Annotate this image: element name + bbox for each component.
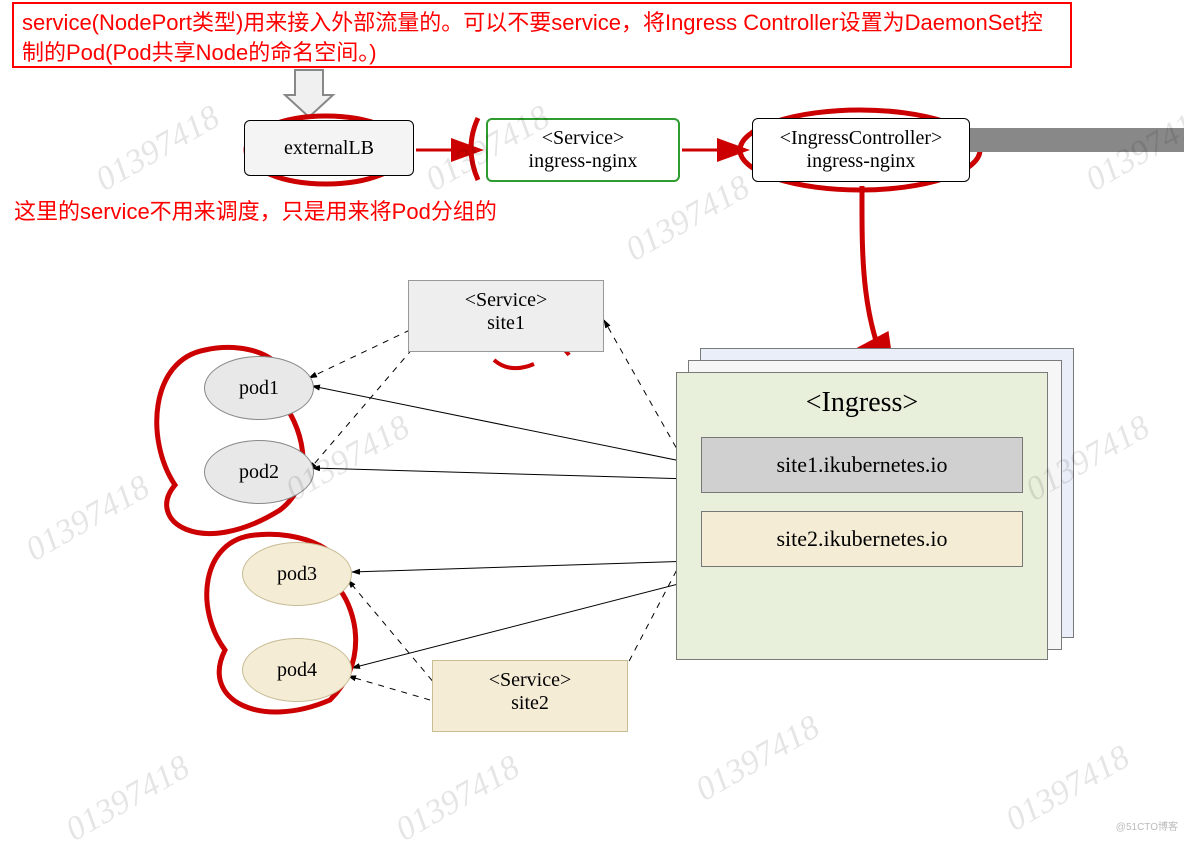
service-site2: <Service> site2 (432, 660, 628, 732)
pod3: pod3 (242, 542, 352, 606)
pod1: pod1 (204, 356, 314, 420)
service-nginx-line1: <Service> (542, 127, 625, 150)
ingress-title: <Ingress> (677, 387, 1047, 419)
footer-watermark: @51CTO博客 (1116, 818, 1178, 833)
ingress-panel: <Ingress> site1.ikubernetes.io site2.iku… (676, 372, 1048, 660)
watermark: 01397418 (90, 99, 227, 200)
watermark: 01397418 (620, 169, 757, 270)
service-site2-line1: <Service> (433, 669, 627, 692)
external-lb-label: externalLB (284, 137, 374, 160)
ingress-ctrl-line1: <IngressController> (780, 127, 943, 150)
ingress-ctrl-line2: ingress-nginx (807, 150, 916, 173)
group-note: 这里的service不用来调度，只是用来将Pod分组的 (14, 194, 497, 226)
external-lb-node: externalLB (244, 120, 414, 176)
service-nginx-line2: ingress-nginx (529, 150, 638, 173)
ingress-site1: site1.ikubernetes.io (701, 437, 1023, 493)
right-bar (970, 128, 1184, 152)
top-note-text: service(NodePort类型)用来接入外部流量的。可以不要service… (22, 10, 1043, 65)
watermark: 01397418 (390, 749, 527, 849)
pod2: pod2 (204, 440, 314, 504)
service-nginx-node: <Service> ingress-nginx (486, 118, 680, 182)
top-note-box: service(NodePort类型)用来接入外部流量的。可以不要service… (12, 2, 1072, 68)
watermark: 01397418 (690, 709, 827, 810)
service-site1: <Service> site1 (408, 280, 604, 352)
ingress-controller-node: <IngressController> ingress-nginx (752, 118, 970, 182)
pod4: pod4 (242, 638, 352, 702)
watermark: 01397418 (20, 469, 157, 570)
service-site2-line2: site2 (433, 692, 627, 715)
service-site1-line2: site1 (409, 312, 603, 335)
ingress-site2: site2.ikubernetes.io (701, 511, 1023, 567)
watermark: 01397418 (60, 749, 197, 849)
service-site1-line1: <Service> (409, 289, 603, 312)
